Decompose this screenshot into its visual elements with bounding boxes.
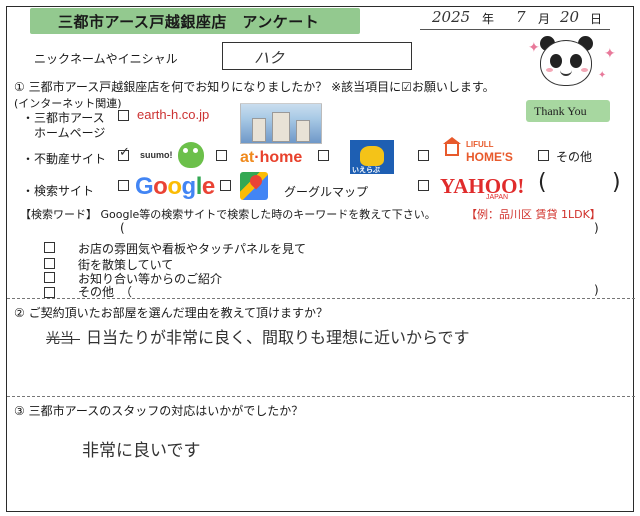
google-letter: o xyxy=(167,173,182,200)
athome-checkbox[interactable] xyxy=(318,150,329,161)
google-letter: g xyxy=(181,173,197,200)
keyword-paren-open: ( xyxy=(120,221,125,235)
strikethrough-line xyxy=(46,339,80,340)
nickname-value: ハク xyxy=(254,49,285,67)
date-day-kanji: 日 xyxy=(590,12,603,26)
page-title: 三都市アース戸越銀座店 アンケート xyxy=(58,13,320,31)
realestate-label: ・不動産サイト xyxy=(22,152,107,166)
thank-you-text: Thank You xyxy=(534,104,587,118)
date-month: 7 xyxy=(516,8,526,26)
panda-mascot-icon xyxy=(540,40,592,86)
athome-logo-b: home xyxy=(259,149,303,166)
keyword-paren-close: ) xyxy=(594,221,599,235)
building-icon xyxy=(272,112,290,142)
other-site-checkbox[interactable] xyxy=(538,150,549,161)
q3-question: ③ 三都市アースのスタッフの対応はいかがでしたか？ xyxy=(14,404,304,418)
nickname-label: ニックネームやイニシャル xyxy=(34,52,178,66)
panda-eye-left-icon xyxy=(550,54,562,68)
option-checkbox[interactable] xyxy=(44,287,55,298)
google-letter: o xyxy=(153,173,168,200)
google-maps-label: グーグルマップ xyxy=(284,185,369,199)
option-checkbox[interactable] xyxy=(44,242,55,253)
section-divider xyxy=(7,298,635,299)
q2-struck-text: 光当 xyxy=(46,331,74,347)
search-site-label: ・検索サイト xyxy=(22,184,95,198)
keyword-label: 【検索ワード】 Google等の検索サイトで検索した時のキーワードを教えて下さい… xyxy=(20,208,436,221)
ielove-text: いえらぶ xyxy=(352,166,380,174)
athome-logo: at·home xyxy=(240,149,303,166)
q2-question: ② ご契約頂いたお部屋を選んだ理由を教えて頂けますか？ xyxy=(14,306,328,320)
panda-cheek-right-icon xyxy=(581,68,588,72)
option-checkbox[interactable] xyxy=(44,258,55,269)
google-logo: Google xyxy=(135,173,215,201)
lifull-logo-bottom: HOME'S xyxy=(466,150,513,164)
section-divider xyxy=(7,396,635,397)
other-paren-open: ( xyxy=(538,170,547,195)
googlemaps-checkbox[interactable] xyxy=(220,180,231,191)
realestate-checkbox[interactable] xyxy=(118,145,130,161)
google-letter: G xyxy=(135,173,154,200)
q3-answer: 非常に良いです xyxy=(82,441,201,461)
yahoo-japan-text: JAPAN xyxy=(486,194,509,201)
q1-question: ① 三都市アース戸越銀座店を何でお知りになりましたか？ ※該当項目に☑お願いしま… xyxy=(14,80,495,94)
date-day: 20 xyxy=(560,8,580,26)
option-other-paren-close: ) xyxy=(594,283,599,297)
sparkle-icon: ✦ xyxy=(528,40,540,56)
athome-logo-a: at xyxy=(240,149,255,166)
option-checkbox[interactable] xyxy=(44,272,55,283)
other-site-label: その他 xyxy=(556,150,593,164)
other-paren-close: ) xyxy=(612,170,621,195)
ielove-checkbox[interactable] xyxy=(418,150,429,161)
nickname-field[interactable] xyxy=(222,42,412,70)
keyword-example: 【例：品川区 賃貸 1LDK】 xyxy=(466,208,601,221)
lifull-house-body-icon xyxy=(445,142,459,156)
building-icon xyxy=(296,120,310,142)
q2-answer: 日当たりが非常に良く、間取りも理想に近いからです xyxy=(86,328,470,347)
homepage-label-2: ホームページ xyxy=(34,126,106,140)
yahoo-logo: YAHOO! xyxy=(440,174,525,198)
panda-eye-right-icon xyxy=(570,54,582,68)
homepage-url: earth-h.co.jp xyxy=(137,107,210,122)
date-year: 2025 xyxy=(432,8,471,26)
google-letter: e xyxy=(201,173,215,200)
suumo-eye-icon xyxy=(183,148,188,153)
google-checkbox[interactable] xyxy=(118,180,129,191)
suumo-mascot-icon xyxy=(178,142,204,168)
building-icon xyxy=(252,118,266,142)
suumo-logo: suumo! xyxy=(140,150,173,160)
panda-cheek-left-icon xyxy=(546,68,553,72)
homepage-thumbnail-bar xyxy=(240,96,322,104)
yahoo-checkbox[interactable] xyxy=(418,180,429,191)
sparkle-icon: ✦ xyxy=(604,46,616,62)
option-storefront: お店の雰囲気や看板やタッチパネルを見て xyxy=(78,242,307,256)
date-month-kanji: 月 xyxy=(538,12,551,26)
suumo-checkbox[interactable] xyxy=(216,150,227,161)
sparkle-icon: ✦ xyxy=(598,70,607,81)
ielove-mascot-icon xyxy=(360,146,384,166)
lifull-logo-top: LIFULL xyxy=(466,140,494,149)
homepage-checkbox[interactable] xyxy=(118,110,129,121)
date-year-kanji: 年 xyxy=(482,12,495,26)
suumo-eye-icon xyxy=(193,148,198,153)
